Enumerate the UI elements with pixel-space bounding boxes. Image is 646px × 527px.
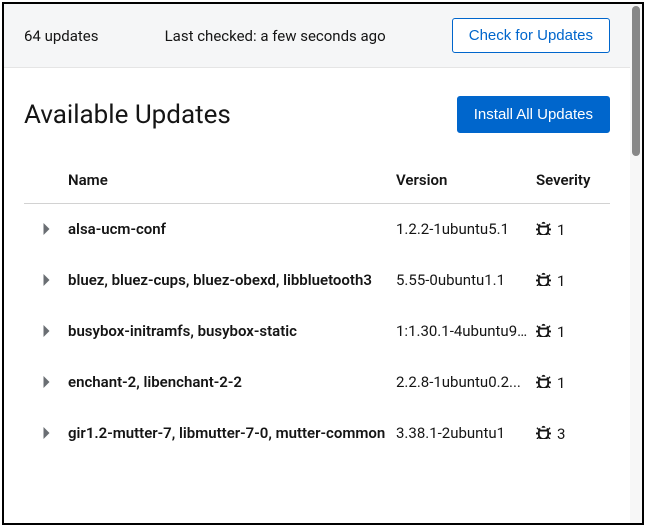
page-title: Available Updates [24,100,231,130]
severity-count: 3 [557,425,565,443]
expand-row-button[interactable] [24,321,68,341]
update-count: 64 updates [24,27,99,45]
last-checked-text: Last checked: a few seconds ago [165,27,386,45]
expand-row-button[interactable] [24,372,68,392]
bug-icon [536,424,551,443]
chevron-right-icon [42,272,51,290]
table-row: bluez, bluez-cups, bluez-obexd, libbluet… [24,255,610,306]
package-version: 1:1.30.1-4ubuntu9.1 [396,321,536,340]
column-header-version[interactable]: Version [396,171,536,189]
bug-icon [536,271,551,290]
chevron-right-icon [42,221,51,239]
table-header: Name Version Severity [24,161,610,204]
package-severity: 1 [536,372,610,392]
package-name: busybox-initramfs, busybox-static [68,321,396,342]
column-header-name[interactable]: Name [68,171,396,189]
package-severity: 3 [536,423,610,443]
package-severity: 1 [536,270,610,290]
package-name: alsa-ucm-conf [68,219,396,240]
package-version: 3.38.1-2ubuntu1 [396,423,536,442]
updates-table: Name Version Severity alsa-ucm-conf1.2.2… [24,161,610,459]
severity-count: 1 [557,323,565,341]
bug-icon [536,373,551,392]
expand-row-button[interactable] [24,270,68,290]
package-name: gir1.2-mutter-7, libmutter-7-0, mutter-c… [68,423,396,444]
bug-icon [536,220,551,239]
table-row: busybox-initramfs, busybox-static1:1.30.… [24,306,610,357]
severity-count: 1 [557,221,565,239]
bug-icon [536,322,551,341]
package-version: 2.2.8-1ubuntu0.2... [396,372,536,391]
table-row: enchant-2, libenchant-2-22.2.8-1ubuntu0.… [24,357,610,408]
chevron-right-icon [42,425,51,443]
chevron-right-icon [42,323,51,341]
scrollbar-thumb[interactable] [632,6,640,156]
severity-count: 1 [557,374,565,392]
column-header-severity[interactable]: Severity [536,171,610,189]
expand-row-button[interactable] [24,219,68,239]
expand-row-button[interactable] [24,423,68,443]
package-severity: 1 [536,219,610,239]
check-for-updates-button[interactable]: Check for Updates [452,18,610,53]
package-version: 5.55-0ubuntu1.1 [396,270,536,289]
table-row: alsa-ucm-conf1.2.2-1ubuntu5.1 1 [24,204,610,255]
chevron-right-icon [42,374,51,392]
package-name: bluez, bluez-cups, bluez-obexd, libbluet… [68,270,396,291]
severity-count: 1 [557,272,565,290]
package-severity: 1 [536,321,610,341]
table-row: gir1.2-mutter-7, libmutter-7-0, mutter-c… [24,408,610,459]
package-version: 1.2.2-1ubuntu5.1 [396,219,536,238]
package-name: enchant-2, libenchant-2-2 [68,372,396,393]
header-bar: 64 updates Last checked: a few seconds a… [4,4,630,68]
install-all-updates-button[interactable]: Install All Updates [457,96,610,133]
scrollbar-track[interactable] [630,4,642,523]
